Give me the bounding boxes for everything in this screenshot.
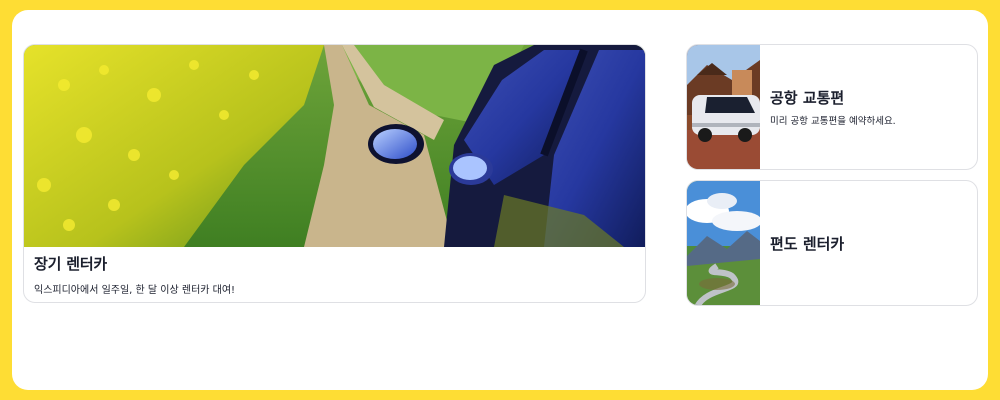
- airport-transportation-card[interactable]: 공항 교통편 미리 공항 교통편을 예약하세요.: [686, 44, 978, 170]
- airport-transportation-title: 공항 교통편: [770, 89, 845, 107]
- long-term-rental-card[interactable]: 장기 렌터카 익스피디아에서 일주일, 한 달 이상 렌터카 대여!: [23, 44, 646, 303]
- yellow-frame: 장기 렌터카 익스피디아에서 일주일, 한 달 이상 렌터카 대여! 공항 교통…: [0, 0, 1000, 400]
- airport-van-photo: [687, 45, 760, 169]
- rapeseed-field-car-photo: [24, 45, 645, 247]
- mountain-road-photo: [687, 181, 760, 305]
- content-panel: 장기 렌터카 익스피디아에서 일주일, 한 달 이상 렌터카 대여! 공항 교통…: [12, 10, 988, 390]
- one-way-rental-card[interactable]: 편도 렌터카: [686, 180, 978, 306]
- airport-transportation-description: 미리 공항 교통편을 예약하세요.: [770, 116, 896, 127]
- long-term-rental-description: 익스피디아에서 일주일, 한 달 이상 렌터카 대여!: [34, 285, 236, 296]
- long-term-rental-title: 장기 렌터카: [34, 255, 108, 273]
- one-way-rental-title: 편도 렌터카: [770, 235, 845, 253]
